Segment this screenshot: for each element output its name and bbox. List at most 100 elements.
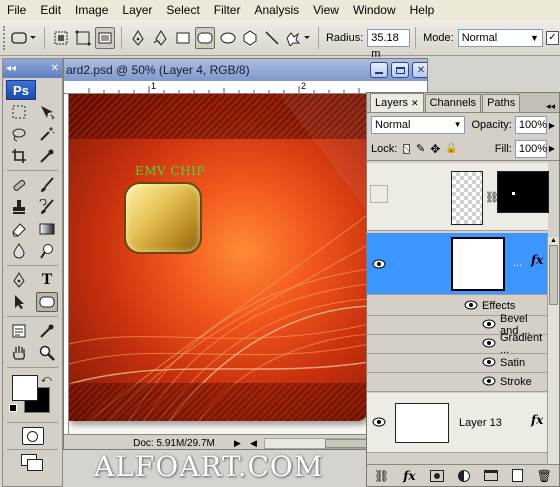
healing-brush-icon[interactable]: [8, 175, 30, 195]
line-shape-icon[interactable]: [262, 27, 282, 49]
menu-file[interactable]: File: [0, 0, 33, 20]
anti-alias-checkbox[interactable]: ✓: [545, 30, 559, 45]
panel-menu-icon[interactable]: ◂◂: [546, 101, 555, 112]
add-mask-icon[interactable]: [429, 469, 444, 482]
scroll-left-arrow-icon[interactable]: ◀: [250, 438, 262, 449]
swap-colors-icon[interactable]: ⤺: [41, 374, 52, 385]
new-layer-icon[interactable]: [511, 469, 523, 482]
history-brush-icon[interactable]: [36, 197, 58, 217]
eraser-icon[interactable]: [8, 219, 30, 239]
type-tool-icon[interactable]: T: [36, 270, 58, 290]
tools-panel-header[interactable]: ◂◂ ✕: [3, 59, 62, 78]
eye-icon[interactable]: [482, 338, 496, 351]
eye-icon[interactable]: [370, 255, 388, 273]
photoshop-logo[interactable]: Ps: [6, 80, 36, 100]
eye-icon[interactable]: [370, 413, 388, 431]
eyedropper-icon[interactable]: [36, 146, 58, 166]
close-icon[interactable]: ✕: [411, 95, 419, 112]
gradient-tool-icon[interactable]: [36, 219, 58, 239]
clone-stamp-icon[interactable]: [8, 197, 30, 217]
rectangle-shape-icon[interactable]: [173, 27, 193, 49]
effect-row-satin[interactable]: Satin: [367, 354, 548, 373]
lock-position-icon[interactable]: ✥: [430, 142, 440, 156]
status-menu-arrow-icon[interactable]: ▶: [234, 438, 246, 449]
layer-row-selected[interactable]: ... fx: [367, 233, 548, 295]
menu-layer[interactable]: Layer: [115, 0, 159, 20]
delete-layer-icon[interactable]: 🗑: [537, 469, 552, 483]
lock-all-icon[interactable]: 🔒: [445, 143, 457, 154]
layer-name[interactable]: ...: [513, 257, 522, 269]
layer-row-layer-13[interactable]: Layer 13 fx: [367, 393, 548, 453]
fx-icon[interactable]: fx: [531, 413, 543, 427]
tab-layers[interactable]: Layers ✕: [370, 93, 424, 112]
layer-thumbnail[interactable]: [395, 403, 449, 443]
close-icon[interactable]: ✕: [51, 63, 59, 74]
blur-tool-icon[interactable]: [8, 241, 30, 261]
layers-scrollbar[interactable]: ▲: [547, 237, 559, 467]
layer-row-masked[interactable]: ⛓: [367, 163, 549, 231]
quick-mask-icon[interactable]: [21, 427, 44, 445]
chevron-right-icon[interactable]: ▶: [549, 121, 555, 130]
marquee-tool-icon[interactable]: [8, 102, 30, 122]
hand-tool-icon[interactable]: [8, 343, 30, 363]
adjustment-layer-icon[interactable]: [457, 469, 470, 482]
link-layers-icon[interactable]: ⛓: [374, 469, 389, 483]
add-layer-style-icon[interactable]: fx: [403, 469, 415, 483]
minimize-button[interactable]: [370, 62, 388, 78]
menu-select[interactable]: Select: [159, 0, 206, 20]
eye-icon[interactable]: [482, 376, 496, 389]
eye-icon[interactable]: [464, 300, 478, 313]
lasso-tool-icon[interactable]: [8, 124, 30, 144]
notes-tool-icon[interactable]: [8, 321, 30, 341]
collapse-icon[interactable]: ◂◂: [6, 63, 16, 74]
paths-icon[interactable]: [73, 27, 93, 49]
effect-row-gradient[interactable]: Gradient ...: [367, 332, 548, 356]
new-group-icon[interactable]: [483, 470, 498, 481]
layer-thumbnail[interactable]: [451, 171, 483, 225]
ellipse-shape-icon[interactable]: [217, 27, 237, 49]
eye-icon[interactable]: [482, 319, 496, 332]
tab-paths[interactable]: Paths: [482, 94, 521, 112]
options-grip[interactable]: [3, 25, 9, 50]
restore-button[interactable]: [391, 62, 409, 78]
menu-window[interactable]: Window: [346, 0, 403, 20]
layer-name[interactable]: Layer 13: [459, 417, 502, 429]
crop-tool-icon[interactable]: [8, 146, 30, 166]
path-selection-icon[interactable]: [8, 292, 30, 312]
dodge-tool-icon[interactable]: [36, 241, 58, 261]
close-button[interactable]: ✕: [412, 62, 427, 78]
freeform-pen-icon[interactable]: [151, 27, 171, 49]
magic-wand-icon[interactable]: [36, 124, 58, 144]
brush-tool-icon[interactable]: [36, 175, 58, 195]
eyedropper-sample-icon[interactable]: [36, 321, 58, 341]
tab-channels[interactable]: Channels: [424, 94, 482, 112]
polygon-shape-icon[interactable]: [240, 27, 260, 49]
menu-edit[interactable]: Edit: [33, 0, 68, 20]
menu-image[interactable]: Image: [68, 0, 115, 20]
lock-image-icon[interactable]: ✎: [416, 142, 425, 155]
chevron-right-icon[interactable]: ▶: [549, 144, 555, 153]
blend-mode-select[interactable]: Normal ▼: [371, 116, 466, 134]
pen-icon[interactable]: [128, 27, 148, 49]
document-title-bar[interactable]: ard2.psd @ 50% (Layer 4, RGB/8) ✕: [64, 59, 427, 81]
scrollbar-thumb[interactable]: [549, 245, 558, 305]
radius-input[interactable]: 35.18 m: [367, 28, 411, 60]
menu-analysis[interactable]: Analysis: [247, 0, 306, 20]
tool-preset-picker[interactable]: [10, 27, 38, 49]
menu-view[interactable]: View: [306, 0, 346, 20]
scroll-up-arrow-icon[interactable]: ▲: [548, 237, 559, 244]
lock-transparent-icon[interactable]: [403, 143, 410, 154]
opacity-input[interactable]: 100%: [514, 116, 547, 134]
default-colors-icon[interactable]: [9, 404, 17, 412]
effect-row-stroke[interactable]: Stroke: [367, 373, 548, 392]
menu-filter[interactable]: Filter: [207, 0, 248, 20]
fx-icon[interactable]: fx: [531, 253, 543, 267]
custom-shape-icon[interactable]: [284, 27, 312, 49]
zoom-tool-icon[interactable]: [36, 343, 58, 363]
mode-select[interactable]: Normal ▼: [457, 28, 543, 47]
layer-mask-thumbnail[interactable]: [497, 171, 549, 213]
layer-visibility-toggle[interactable]: [370, 185, 388, 203]
foreground-color-swatch[interactable]: [12, 375, 38, 401]
fill-input[interactable]: 100%: [514, 139, 547, 158]
move-tool-icon[interactable]: [36, 102, 58, 122]
